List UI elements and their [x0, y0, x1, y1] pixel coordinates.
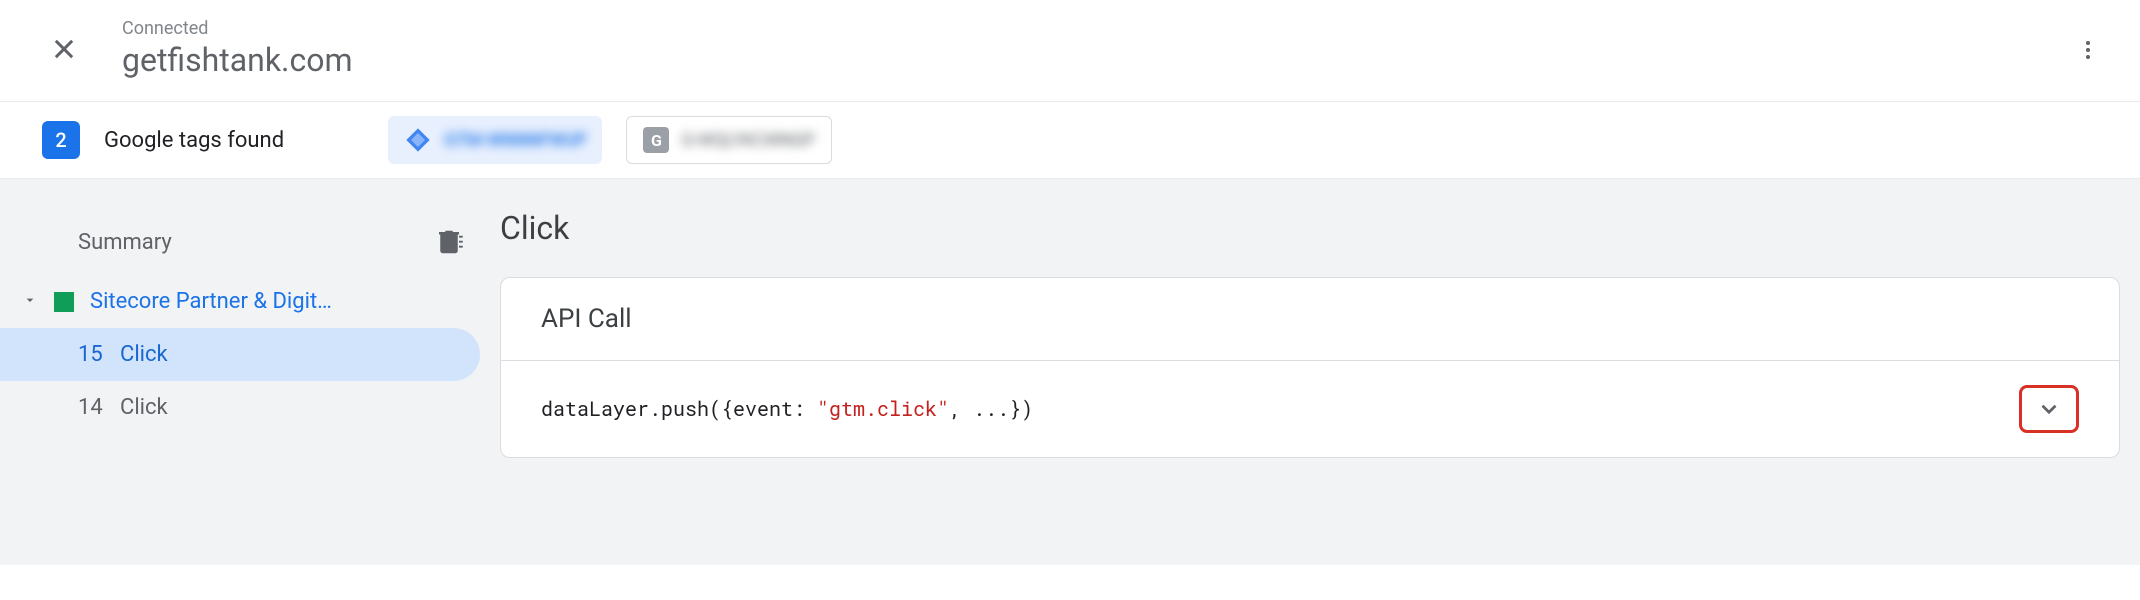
- header-text: Connected getfishtank.com: [122, 18, 353, 79]
- code-string: "gtm.click": [817, 396, 949, 422]
- summary-row[interactable]: Summary: [0, 209, 500, 275]
- content-panel: Click API Call dataLayer.push({event: "g…: [500, 179, 2140, 565]
- event-num: 14: [78, 395, 106, 420]
- chevron-down-icon: [2036, 396, 2062, 422]
- tag-id-gtm: GTM-WNNNFWUP: [444, 130, 586, 151]
- code-suffix: , ...}): [949, 396, 1033, 422]
- event-item-15[interactable]: 15 Click: [0, 328, 480, 381]
- close-button[interactable]: [46, 31, 82, 67]
- header-bar: Connected getfishtank.com: [0, 0, 2140, 102]
- datalayer-code: dataLayer.push({event: "gtm.click", ...}…: [541, 396, 1033, 422]
- more-vert-icon: [2076, 38, 2100, 62]
- sidebar: Summary Sitecore Partner & Digit… 15 Cli…: [0, 179, 500, 565]
- summary-label: Summary: [78, 230, 172, 255]
- content-title: Click: [500, 209, 2120, 247]
- clear-events-button[interactable]: [434, 227, 464, 257]
- event-num: 15: [78, 342, 106, 367]
- page-tree-item[interactable]: Sitecore Partner & Digit…: [0, 275, 500, 328]
- domain-name: getfishtank.com: [122, 41, 353, 79]
- page-color-indicator: [54, 292, 74, 312]
- api-call-card: API Call dataLayer.push({event: "gtm.cli…: [500, 277, 2120, 458]
- tags-found-label: Google tags found: [104, 128, 284, 153]
- tags-count-badge: 2: [42, 121, 80, 159]
- connected-label: Connected: [122, 18, 353, 39]
- api-call-body: dataLayer.push({event: "gtm.click", ...}…: [501, 361, 2119, 457]
- page-tree-label: Sitecore Partner & Digit…: [90, 289, 332, 314]
- caret-down-icon: [22, 292, 42, 312]
- more-menu-button[interactable]: [2064, 26, 2112, 74]
- expand-api-button[interactable]: [2019, 385, 2079, 433]
- event-name: Click: [120, 342, 168, 367]
- api-call-header: API Call: [501, 278, 2119, 361]
- clear-icon: [434, 227, 464, 257]
- gtm-icon: [404, 126, 432, 154]
- event-name: Click: [120, 395, 168, 420]
- event-item-14[interactable]: 14 Click: [0, 381, 500, 434]
- code-prefix: dataLayer.push({event:: [541, 396, 817, 422]
- tag-chip-gtm[interactable]: GTM-WNNNFWUP: [388, 116, 602, 164]
- tag-chip-gtag[interactable]: G G-WQLYKCWNGP: [626, 116, 831, 164]
- tag-id-gtag: G-WQLYKCWNGP: [681, 130, 814, 151]
- gtag-icon: G: [643, 127, 669, 153]
- tags-found-bar: 2 Google tags found GTM-WNNNFWUP G G-WQL…: [0, 102, 2140, 179]
- close-icon: [50, 35, 78, 63]
- main-area: Summary Sitecore Partner & Digit… 15 Cli…: [0, 179, 2140, 565]
